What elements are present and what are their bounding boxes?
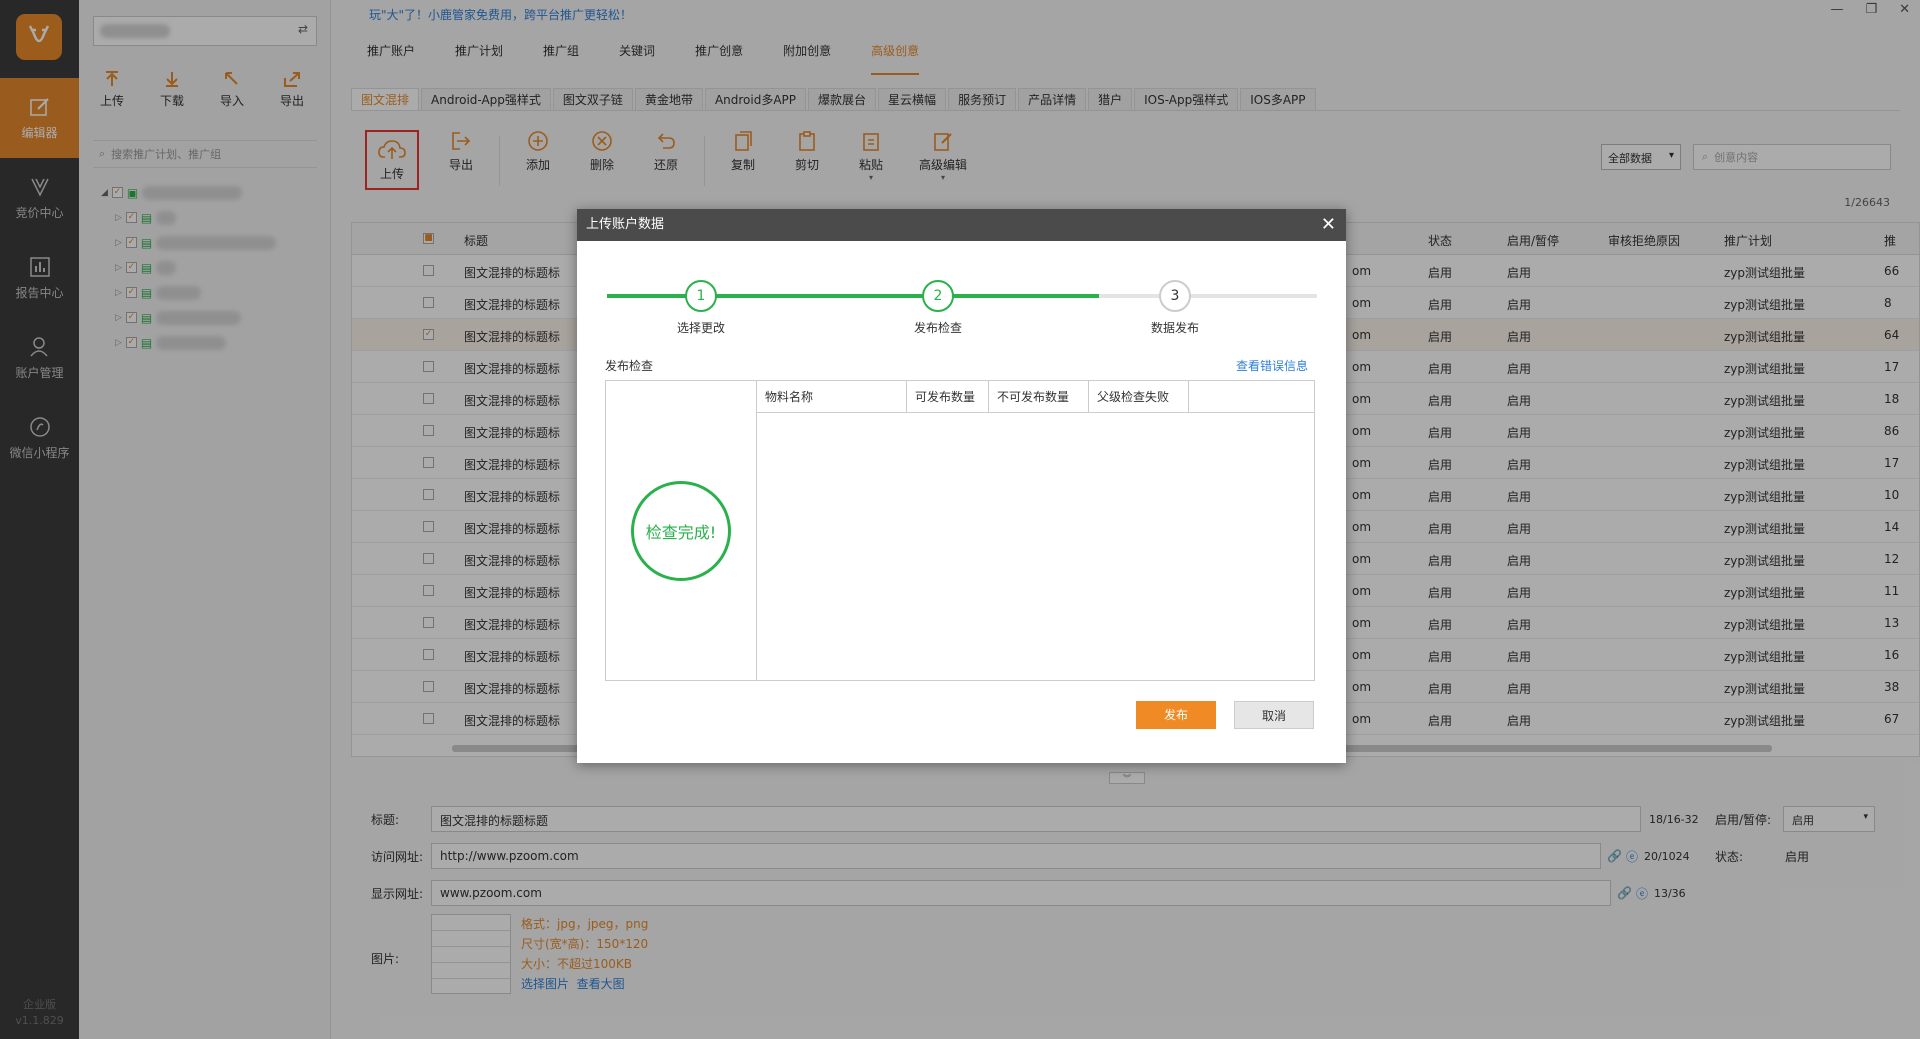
dialog-title: 上传账户数据 (586, 217, 665, 232)
col-parent-failed: 父级检查失败 (1089, 381, 1189, 413)
step-progress-done (607, 294, 1099, 298)
step-1-label: 选择更改 (676, 321, 725, 335)
step-indicator: 1 2 3 选择更改 发布检查 数据发布 (607, 269, 1317, 335)
col-publishable: 可发布数量 (907, 381, 989, 413)
dialog-titlebar: 上传账户数据 ✕ (577, 209, 1346, 241)
check-status-panel: 检查完成! (606, 381, 757, 680)
step-progress-remaining (1099, 294, 1317, 298)
cancel-button[interactable]: 取消 (1234, 701, 1314, 729)
section-title: 发布检查 (605, 359, 654, 373)
col-material-name: 物料名称 (757, 381, 907, 413)
app-window: 编辑器 竞价中心 报告中心 账户管理 微信小程序 企业版 v1.1.829 ⇄ (0, 0, 1920, 1039)
step-2-label: 发布检查 (913, 321, 962, 335)
col-unpublishable: 不可发布数量 (989, 381, 1089, 413)
publish-button[interactable]: 发布 (1136, 701, 1216, 729)
view-errors-link[interactable]: 查看错误信息 (1236, 357, 1308, 374)
step-3: 3 (1159, 280, 1191, 312)
step-3-label: 数据发布 (1150, 321, 1199, 335)
step-2: 2 (922, 280, 954, 312)
step-1: 1 (685, 280, 717, 312)
upload-dialog: 上传账户数据 ✕ 1 2 3 选择更改 发布检查 数据发布 发布检查 查看错误信… (577, 209, 1346, 763)
close-icon[interactable]: ✕ (1321, 209, 1336, 241)
result-table-header: 物料名称 可发布数量 不可发布数量 父级检查失败 (757, 381, 1314, 413)
check-complete-badge: 检查完成! (631, 481, 731, 581)
check-result-panel: 检查完成! 物料名称 可发布数量 不可发布数量 父级检查失败 (605, 380, 1315, 681)
